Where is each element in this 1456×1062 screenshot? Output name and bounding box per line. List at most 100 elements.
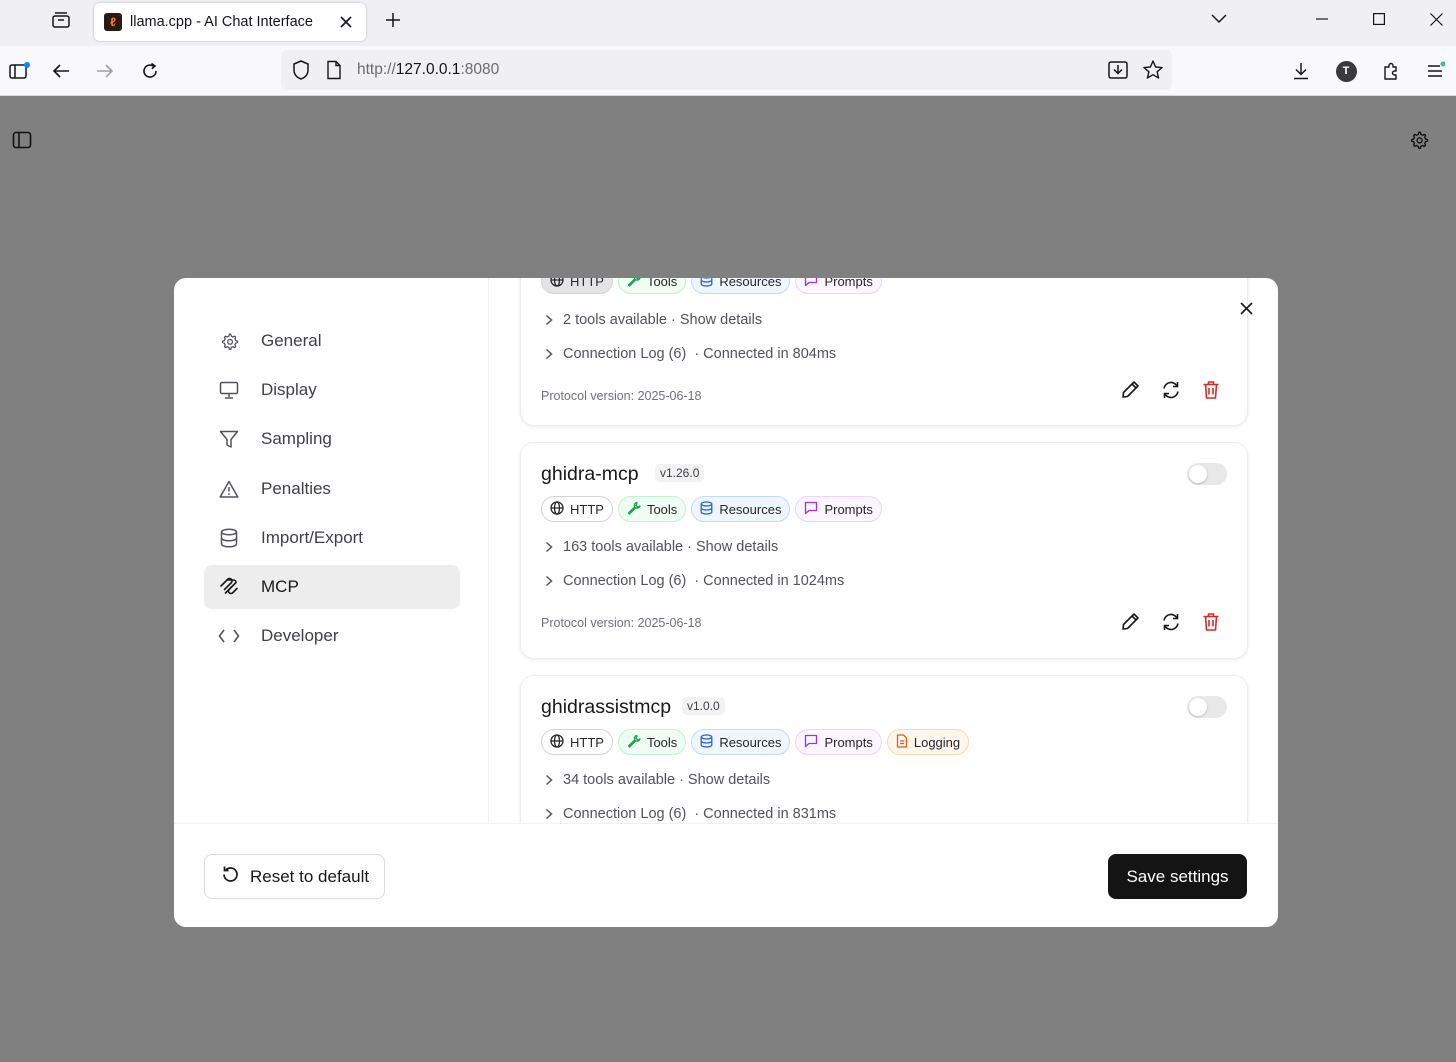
chevron-right-icon	[541, 806, 557, 822]
downloads-icon[interactable]	[1286, 56, 1316, 86]
globe-icon	[550, 500, 564, 518]
tab-title: llama.cpp - AI Chat Interface	[130, 14, 313, 30]
sidebar-item-import-export[interactable]: Import/Export	[204, 516, 460, 560]
server-name: ghidrassistmcp	[541, 696, 672, 718]
page-info-icon[interactable]	[326, 60, 342, 85]
gear-icon	[218, 330, 240, 352]
llama-favicon-icon: ℓ	[104, 13, 122, 31]
sidebar-item-label: General	[261, 331, 322, 350]
sidebar-toggle-icon[interactable]	[10, 128, 34, 152]
sidebar-item-display[interactable]: Display	[204, 368, 460, 412]
sidebar-item-label: Display	[261, 380, 317, 399]
database-icon	[218, 527, 240, 549]
message-square-icon	[804, 501, 818, 518]
server-enable-toggle[interactable]	[1187, 463, 1227, 485]
account-avatar-icon[interactable]: T	[1331, 56, 1361, 86]
back-icon[interactable]	[46, 56, 76, 86]
chevron-right-icon	[541, 346, 557, 362]
edit-pencil-icon[interactable]	[1120, 379, 1141, 400]
sidebar-item-general[interactable]: General	[204, 319, 460, 363]
capability-badges: HTTP Tools Resources Prompts	[541, 278, 882, 294]
database-icon	[700, 733, 713, 751]
server-version: v1.0.0	[682, 697, 725, 715]
sidebar-item-mcp[interactable]: MCP	[204, 565, 460, 609]
tab-list-icon[interactable]	[44, 6, 78, 34]
browser-tab-bar: ℓ llama.cpp - AI Chat Interface	[0, 0, 1456, 46]
extensions-puzzle-icon[interactable]	[1376, 56, 1406, 86]
wrench-icon	[627, 734, 641, 751]
card-actions	[1120, 379, 1221, 400]
settings-gear-icon[interactable]	[1407, 128, 1431, 152]
connection-log-disclosure[interactable]: Connection Log (6) · Connected in 831ms	[541, 806, 836, 822]
page-save-icon[interactable]	[1107, 59, 1129, 86]
badge-tools: Tools	[617, 496, 687, 522]
database-icon	[700, 278, 713, 290]
badge-prompts: Prompts	[795, 496, 882, 522]
url-bar[interactable]: http://127.0.0.1:8080	[281, 50, 1172, 90]
connection-log-disclosure[interactable]: Connection Log (6) · Connected in 804ms	[541, 346, 836, 362]
capability-badges: HTTP Tools Resources Prompts Logging	[541, 729, 970, 755]
forward-icon[interactable]	[90, 56, 120, 86]
warning-icon	[218, 478, 240, 500]
badge-logging: Logging	[886, 729, 970, 755]
wrench-icon	[627, 278, 641, 290]
rotate-ccw-icon	[221, 865, 240, 889]
sidebar-view-icon[interactable]	[4, 56, 34, 86]
sidebar-item-sampling[interactable]: Sampling	[204, 417, 460, 461]
maximize-icon[interactable]	[1359, 4, 1399, 34]
filter-icon	[218, 428, 240, 450]
capability-badges: HTTP Tools Resources Prompts	[541, 496, 882, 522]
sidebar-item-label: MCP	[261, 577, 299, 596]
delete-trash-icon[interactable]	[1200, 611, 1221, 632]
card-actions	[1120, 611, 1221, 632]
dialog-close-icon[interactable]	[1235, 297, 1257, 319]
tab-close-icon[interactable]	[336, 12, 356, 32]
browser-nav-bar: http://127.0.0.1:8080 T	[0, 46, 1456, 96]
settings-dialog: General Display Sampling Penalties Impor…	[174, 278, 1278, 927]
badge-prompts: Prompts	[795, 729, 882, 755]
reset-to-default-button[interactable]: Reset to default	[204, 854, 385, 899]
edit-pencil-icon[interactable]	[1120, 611, 1141, 632]
chevron-right-icon	[541, 312, 557, 328]
refresh-icon[interactable]	[1160, 379, 1181, 400]
protocol-version: Protocol version: 2025-06-18	[541, 389, 702, 403]
server-enable-toggle[interactable]	[1187, 696, 1227, 718]
shield-icon[interactable]	[291, 59, 311, 86]
badge-tools: Tools	[617, 729, 687, 755]
save-settings-button[interactable]: Save settings	[1108, 854, 1247, 899]
protocol-version: Protocol version: 2025-06-18	[541, 616, 702, 630]
sidebar-item-developer[interactable]: Developer	[204, 614, 460, 658]
refresh-icon[interactable]	[1160, 611, 1181, 632]
monitor-icon	[218, 379, 240, 401]
chevron-right-icon	[541, 573, 557, 589]
window-close-icon[interactable]	[1416, 4, 1456, 34]
server-version: v1.26.0	[655, 464, 705, 482]
browser-tab-active[interactable]: ℓ llama.cpp - AI Chat Interface	[94, 3, 366, 41]
tab-overflow-chevron-icon[interactable]	[1199, 4, 1239, 34]
sidebar-item-penalties[interactable]: Penalties	[204, 467, 460, 511]
delete-trash-icon[interactable]	[1200, 379, 1221, 400]
sidebar-item-label: Penalties	[261, 479, 331, 498]
bookmark-star-icon[interactable]	[1142, 59, 1164, 86]
mcp-server-list[interactable]: HTTP Tools Resources Prompts 2 tools ava…	[489, 278, 1278, 823]
settings-sidebar: General Display Sampling Penalties Impor…	[174, 278, 489, 823]
dialog-footer: Reset to default Save settings	[174, 823, 1278, 927]
tools-disclosure[interactable]: 163 tools available · Show details	[541, 539, 778, 555]
database-icon	[700, 500, 713, 518]
tools-disclosure[interactable]: 2 tools available · Show details	[541, 312, 762, 328]
url-text[interactable]: http://127.0.0.1:8080	[357, 61, 499, 79]
tools-disclosure[interactable]: 34 tools available · Show details	[541, 772, 770, 788]
badge-http: HTTP	[541, 278, 613, 294]
badge-http: HTTP	[541, 729, 613, 755]
message-square-icon	[804, 734, 818, 751]
reload-icon[interactable]	[135, 56, 165, 86]
message-square-icon	[804, 278, 818, 290]
new-tab-icon[interactable]	[380, 7, 406, 33]
minimize-icon[interactable]	[1302, 4, 1342, 34]
badge-resources: Resources	[691, 496, 791, 522]
app-menu-icon[interactable]	[1420, 56, 1450, 86]
file-text-icon	[896, 733, 908, 751]
sidebar-item-label: Import/Export	[261, 528, 364, 547]
connection-log-disclosure[interactable]: Connection Log (6) · Connected in 1024ms	[541, 573, 844, 589]
badge-resources: Resources	[691, 729, 791, 755]
